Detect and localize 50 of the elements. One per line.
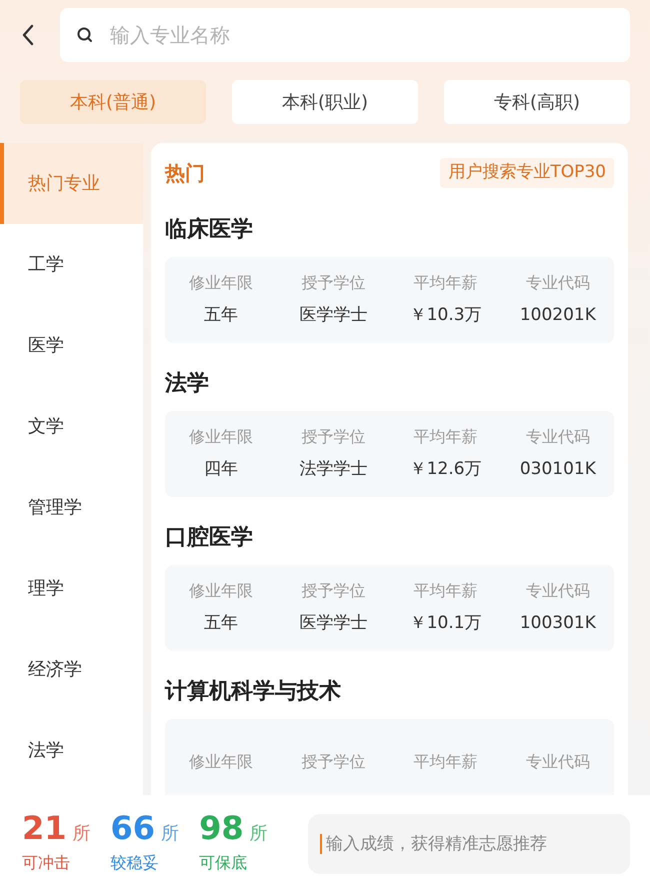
major-name[interactable]: 计算机科学与技术	[165, 677, 614, 707]
count-label: 可冲击	[22, 852, 71, 874]
score-input-field[interactable]: 输入成绩，获得精准志愿推荐	[308, 814, 630, 874]
ranking-tag: 用户搜索专业TOP30	[440, 158, 614, 188]
count-unit: 所	[161, 822, 180, 846]
stat-label: 授予学位	[301, 426, 366, 448]
level-tab[interactable]: 专科(高职)	[444, 80, 630, 124]
stat-value: ￥12.6万	[410, 458, 482, 482]
stat-label: 授予学位	[301, 751, 366, 773]
stat-label: 专业代码	[526, 426, 590, 448]
search-field[interactable]: 输入专业名称	[60, 8, 630, 62]
text-cursor	[320, 834, 322, 854]
stat-value: 医学学士	[299, 304, 368, 328]
stat-label: 平均年薪	[414, 426, 478, 448]
level-tab[interactable]: 本科(职业)	[232, 80, 418, 124]
stat-label: 专业代码	[526, 272, 590, 294]
count-label: 可保底	[199, 852, 248, 874]
stat-value: ￥10.3万	[410, 304, 482, 328]
section-title: 热门	[165, 160, 205, 187]
stat-label: 平均年薪	[414, 751, 478, 773]
count-unit: 所	[250, 822, 268, 846]
stat-label: 授予学位	[301, 272, 366, 294]
stat-label: 平均年薪	[414, 272, 478, 294]
stat-label: 平均年薪	[414, 580, 478, 602]
search-icon	[76, 26, 94, 44]
stat-value: ￥10.1万	[410, 612, 482, 636]
stat-value: 030101K	[520, 458, 596, 482]
major-name[interactable]: 临床医学	[165, 215, 614, 245]
stat-label: 修业年限	[189, 272, 254, 294]
stat-label: 授予学位	[301, 580, 366, 602]
stat-value: 医学学士	[299, 612, 368, 636]
major-name[interactable]: 法学	[165, 369, 614, 399]
stat-label: 修业年限	[189, 426, 254, 448]
count-unit: 所	[72, 822, 91, 846]
stat-label: 专业代码	[526, 751, 590, 773]
school-count: 66	[110, 812, 156, 844]
school-count: 21	[22, 812, 67, 844]
stat-value: 四年	[204, 458, 238, 482]
stat-label: 修业年限	[189, 751, 254, 773]
major-name[interactable]: 口腔医学	[165, 523, 614, 553]
stat-value: 100301K	[520, 612, 596, 636]
stat-value: 100201K	[520, 304, 596, 328]
stat-label: 修业年限	[189, 580, 254, 602]
stat-value: 五年	[204, 612, 238, 636]
stat-label: 专业代码	[526, 580, 590, 602]
back-icon[interactable]	[20, 23, 36, 47]
count-label: 较稳妥	[110, 852, 160, 874]
stat-value: 法学学士	[299, 458, 368, 482]
school-count: 98	[199, 812, 244, 844]
stat-value: 五年	[204, 304, 238, 328]
